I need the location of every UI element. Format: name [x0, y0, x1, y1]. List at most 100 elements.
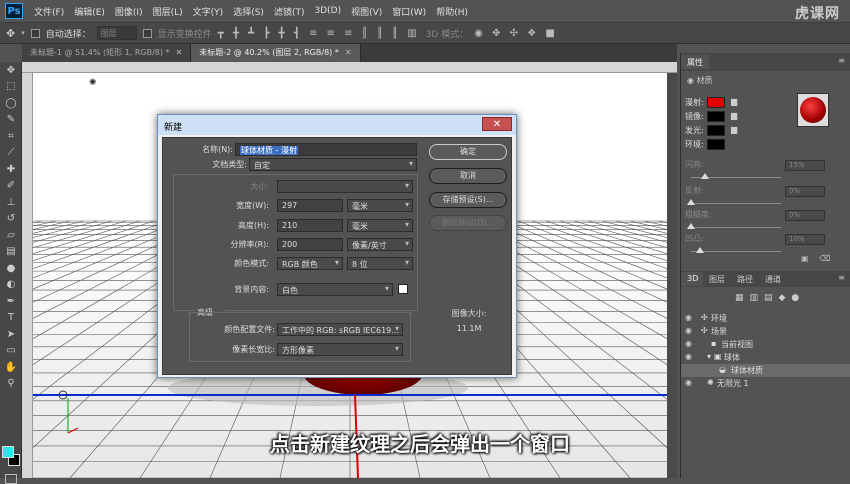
diffuse-color-swatch[interactable]	[707, 97, 725, 108]
blur-icon[interactable]: ●	[0, 260, 22, 277]
menu-image[interactable]: 图像(I)	[110, 5, 148, 18]
menu-3d[interactable]: 3D(D)	[309, 6, 346, 16]
slider-knob[interactable]	[696, 247, 704, 253]
quick-mask-icon[interactable]	[5, 474, 17, 484]
layer-scene[interactable]: ◉ ✣ 场景	[681, 325, 850, 338]
show-transform-checkbox[interactable]	[142, 28, 152, 38]
align-icons[interactable]: ┳ ╋ ┻ ┣ ╋ ┫ ≡ ≡ ≡ ║ ║ ║ ▥	[218, 28, 420, 39]
dialog-close-button[interactable]: ✕	[482, 117, 512, 131]
panel-menu-icon[interactable]: ≡	[838, 56, 845, 65]
dropdown-arrow-icon[interactable]: ▾	[21, 29, 25, 37]
reflection-value[interactable]: 0%	[785, 186, 825, 197]
auto-select-checkbox[interactable]	[30, 28, 40, 38]
roughness-value[interactable]: 0%	[785, 210, 825, 221]
close-icon[interactable]: ✕	[176, 48, 183, 57]
history-brush-icon[interactable]: ↺	[0, 211, 22, 228]
layer-current-view[interactable]: ◉ ▪ 当前视图	[681, 338, 850, 351]
bg-content-select[interactable]: 白色 ▾	[277, 283, 393, 296]
height-field[interactable]: 210	[277, 219, 343, 232]
tab-properties[interactable]: 属性	[681, 55, 709, 69]
dodge-icon[interactable]: ◐	[0, 277, 22, 294]
eye-icon[interactable]: ◉	[685, 326, 692, 335]
slider-knob[interactable]	[687, 223, 695, 229]
tab-3d[interactable]: 3D	[681, 272, 705, 286]
shine-slider[interactable]	[691, 173, 781, 179]
height-unit-select[interactable]: 毫米 ▾	[347, 219, 413, 232]
color-profile-select[interactable]: 工作中的 RGB: sRGB IEC619... ▾	[277, 323, 403, 336]
tab-untitled-1[interactable]: 未标题-1 @ 51.4% (矩形 1, RGB/8) * ✕	[22, 44, 192, 62]
close-icon[interactable]: ✕	[345, 48, 352, 57]
menu-select[interactable]: 选择(S)	[228, 5, 269, 18]
bump-value[interactable]: 10%	[785, 234, 825, 245]
folder-icon[interactable]: ▆	[731, 97, 737, 106]
zoom-icon[interactable]: ⚲	[0, 376, 22, 393]
menu-window[interactable]: 窗口(W)	[387, 5, 431, 18]
cancel-button[interactable]: 取消	[429, 168, 507, 184]
layer-sphere-material[interactable]: ◒ 球体材质	[681, 364, 850, 377]
color-swatches[interactable]	[2, 446, 20, 468]
shine-value[interactable]: 15%	[785, 160, 825, 171]
layer-infinite-light[interactable]: ◉ ✺ 无限光 1	[681, 377, 850, 390]
clone-icon[interactable]: ⊥	[0, 194, 22, 211]
shape-icon[interactable]: ▭	[0, 343, 22, 360]
folder-icon[interactable]: ▆	[731, 125, 737, 134]
menu-edit[interactable]: 编辑(E)	[69, 5, 110, 18]
menu-layer[interactable]: 图层(L)	[148, 5, 188, 18]
doc-type-select[interactable]: 自定 ▾	[249, 158, 417, 171]
slider-knob[interactable]	[700, 173, 709, 179]
delete-preset-button[interactable]: 删除预设(D)...	[429, 215, 507, 231]
ambient-color-swatch[interactable]	[707, 139, 725, 150]
bump-slider[interactable]	[691, 247, 781, 253]
reflection-slider[interactable]	[687, 199, 781, 205]
tab-layers[interactable]: 图层	[703, 272, 731, 286]
size-select[interactable]: ▾	[277, 180, 413, 193]
foreground-color-swatch[interactable]	[2, 446, 14, 458]
crop-icon[interactable]: ⌗	[0, 128, 22, 145]
eye-icon[interactable]: ◉	[685, 352, 692, 361]
eraser-icon[interactable]: ▱	[0, 227, 22, 244]
eye-icon[interactable]: ◉	[685, 313, 692, 322]
illumination-color-swatch[interactable]	[707, 125, 725, 136]
width-field[interactable]: 297	[277, 199, 343, 212]
tab-channels[interactable]: 通道	[759, 272, 787, 286]
brush-icon[interactable]: ✐	[0, 178, 22, 195]
layer-sphere[interactable]: ◉ ▾ ▣ 球体	[681, 351, 850, 364]
menu-file[interactable]: 文件(F)	[29, 5, 69, 18]
eyedropper-icon[interactable]: ⟋	[0, 145, 22, 162]
bg-color-swatch[interactable]	[398, 284, 408, 294]
auto-select-target[interactable]: 图层	[96, 26, 137, 40]
eye-icon[interactable]: ◉	[685, 339, 692, 348]
panel-menu-icon[interactable]: ≡	[838, 273, 845, 282]
eye-icon[interactable]: ◉	[685, 378, 692, 387]
3d-filter-icons[interactable]: ▦▥▤◆●	[735, 293, 805, 303]
resolution-field[interactable]: 200	[277, 238, 343, 251]
lasso-icon[interactable]: ◯	[0, 95, 22, 112]
marquee-icon[interactable]: ⬚	[0, 79, 22, 96]
bit-depth-select[interactable]: 8 位 ▾	[347, 257, 413, 270]
menu-type[interactable]: 文字(Y)	[188, 5, 229, 18]
vertical-scrollbar[interactable]	[667, 73, 677, 478]
expand-icon[interactable]: ▾	[707, 352, 711, 361]
folder-icon[interactable]: ▆	[731, 111, 737, 120]
healing-icon[interactable]: ✚	[0, 161, 22, 178]
hand-icon[interactable]: ✋	[0, 359, 22, 376]
path-select-icon[interactable]: ➤	[0, 326, 22, 343]
ok-button[interactable]: 确定	[429, 144, 507, 160]
pen-icon[interactable]: ✒	[0, 293, 22, 310]
save-preset-button[interactable]: 存储预设(S)...	[429, 192, 507, 208]
3d-mode-icons[interactable]: ◉ ✥ ✣ ❖ ■	[474, 28, 558, 39]
tab-paths[interactable]: 路径	[731, 272, 759, 286]
color-mode-select[interactable]: RGB 颜色 ▾	[277, 257, 343, 270]
specular-color-swatch[interactable]	[707, 111, 725, 122]
quick-select-icon[interactable]: ✎	[0, 112, 22, 129]
properties-footer-icons[interactable]: ▣ ⌫	[801, 254, 834, 263]
menu-filter[interactable]: 滤镜(T)	[269, 5, 310, 18]
roughness-slider[interactable]	[687, 223, 781, 229]
name-field[interactable]: 球体材质 - 漫射	[235, 143, 417, 156]
type-icon[interactable]: T	[0, 310, 22, 327]
width-unit-select[interactable]: 毫米 ▾	[347, 199, 413, 212]
pixel-ratio-select[interactable]: 方形像素 ▾	[277, 343, 403, 356]
menu-view[interactable]: 视图(V)	[346, 5, 387, 18]
slider-knob[interactable]	[687, 199, 695, 205]
move-tool-icon[interactable]: ✥	[6, 27, 15, 40]
